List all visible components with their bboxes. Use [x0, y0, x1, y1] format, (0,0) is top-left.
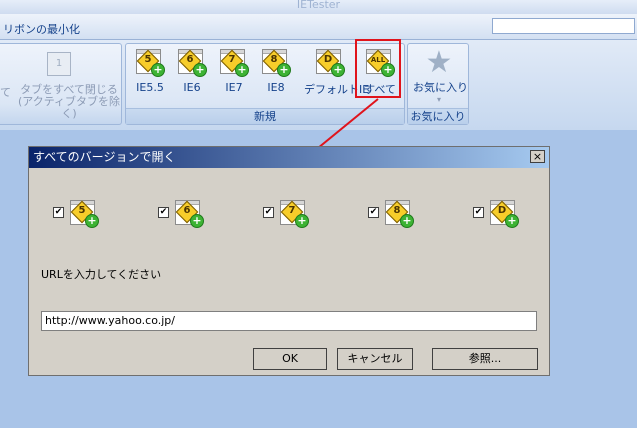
checkbox-ie7-box[interactable]: ✔	[263, 207, 274, 218]
cancel-button[interactable]: キャンセル	[337, 348, 413, 370]
checkbox-ie8-box[interactable]: ✔	[368, 207, 379, 218]
dialog-title: すべてのバージョンで開く	[33, 150, 176, 164]
checkbox-default-ie-box[interactable]: ✔	[473, 207, 484, 218]
ie8-icon: 8 +	[384, 199, 414, 228]
ok-button[interactable]: OK	[253, 348, 327, 370]
ie7-icon: 7 +	[279, 199, 309, 228]
ie6-icon: 6 +	[174, 199, 204, 228]
dialog-title-bar: すべてのバージョンで開く ×	[29, 147, 549, 168]
checkbox-ie6-box[interactable]: ✔	[158, 207, 169, 218]
open-all-versions-dialog: すべてのバージョンで開く × ✔ 5 + ✔ 6 + ✔ 7 + ✔ 8 + ✔ D + …	[28, 146, 550, 376]
checkbox-ie55-box[interactable]: ✔	[53, 207, 64, 218]
ie55-icon: 5 +	[69, 199, 99, 228]
browse-button[interactable]: 参照...	[432, 348, 538, 370]
url-label: URLを入力してください	[41, 268, 162, 281]
dialog-close-button[interactable]: ×	[530, 150, 545, 163]
url-input[interactable]: http://www.yahoo.co.jp/	[41, 311, 537, 331]
default-ie-icon: D +	[489, 199, 519, 228]
